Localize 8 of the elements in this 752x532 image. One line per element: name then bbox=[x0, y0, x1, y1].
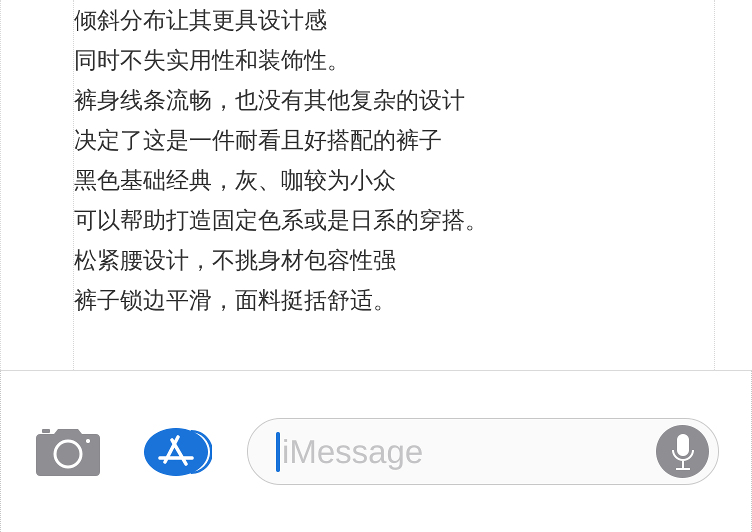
description-line: 黑色基础经典，灰、咖较为小众 bbox=[74, 167, 397, 196]
description-line: 倾斜分布让其更具设计感 bbox=[74, 7, 328, 36]
description-line: 决定了这是一件耐看且好搭配的裤子 bbox=[74, 127, 443, 156]
description-line: 同时不失实用性和装饰性。 bbox=[74, 47, 351, 76]
description-line: 可以帮助打造固定色系或是日系的穿搭。 bbox=[74, 207, 489, 236]
description-line: 裤身线条流畅，也没有其他复杂的设计 bbox=[74, 87, 466, 116]
description-line: 松紧腰设计，不挑身材包容性强 bbox=[74, 247, 397, 276]
description-line: 裤子锁边平滑，面料挺括舒适。 bbox=[74, 287, 397, 316]
